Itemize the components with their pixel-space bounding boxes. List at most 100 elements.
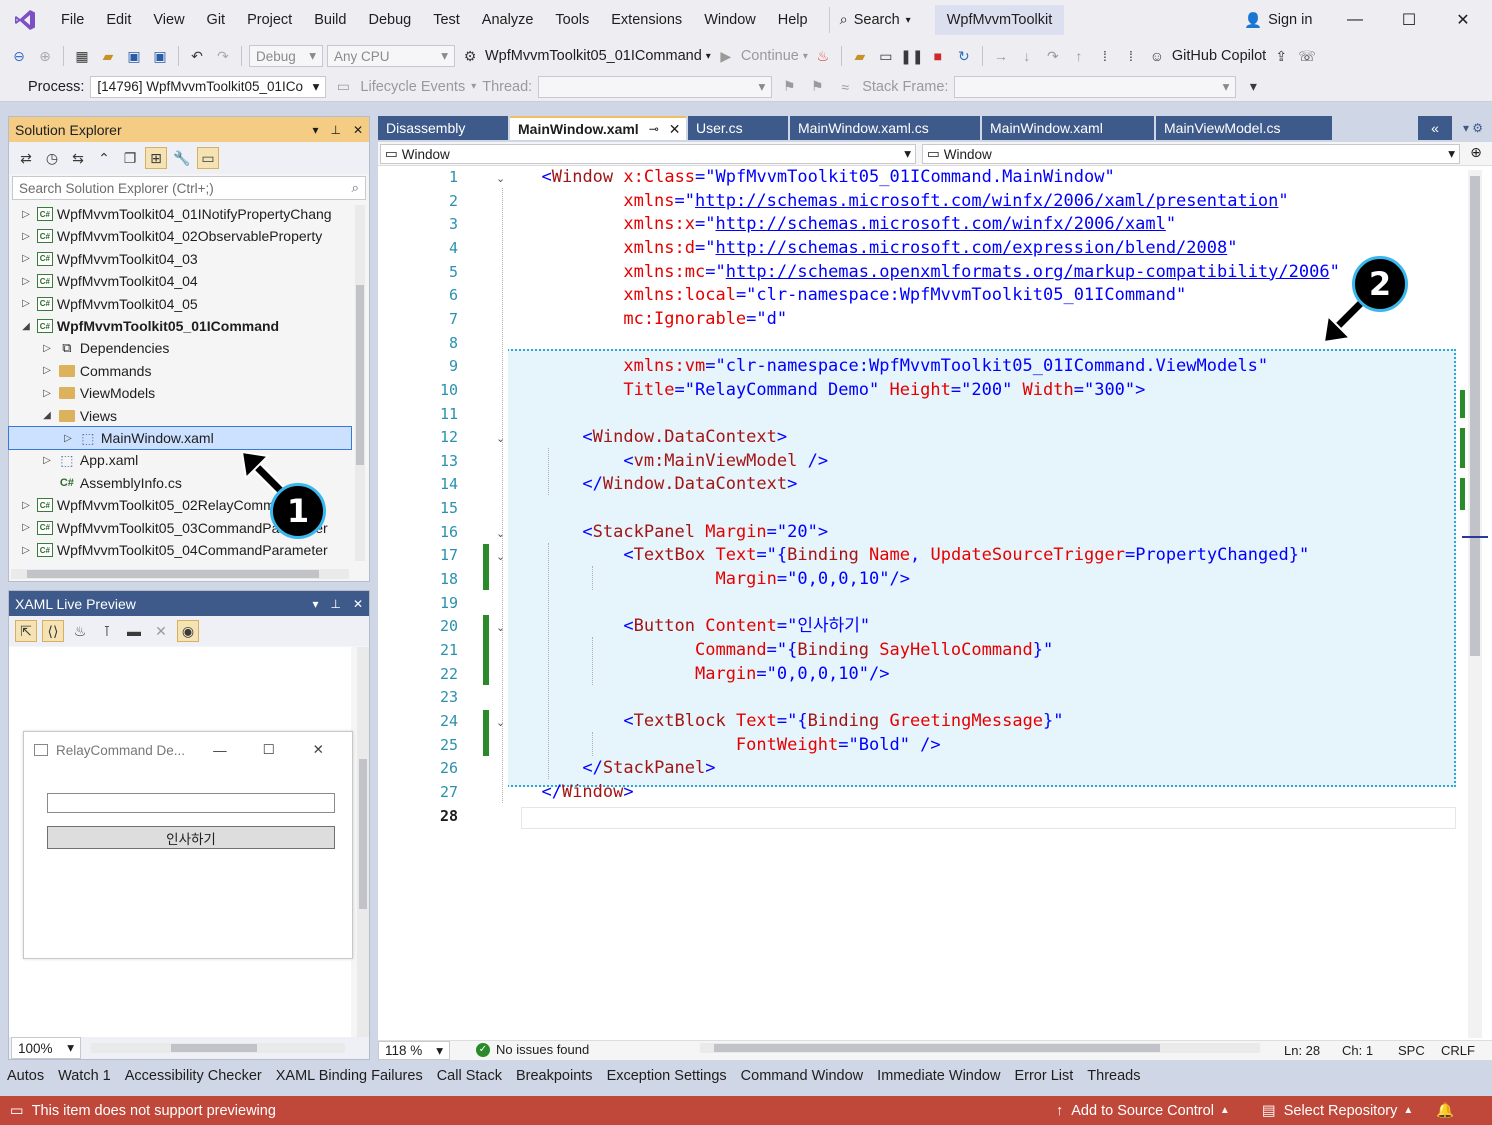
step-over-icon[interactable]: → — [990, 45, 1012, 67]
collapsed-arrow-icon[interactable]: ▷ — [19, 231, 33, 242]
tab-menu-icon[interactable]: ▾ ⚙ — [1456, 116, 1490, 140]
collapsed-arrow-icon[interactable]: ▷ — [19, 276, 33, 287]
collapsed-arrow-icon[interactable]: ▷ — [19, 253, 33, 264]
menu-item[interactable]: Test — [422, 0, 471, 40]
close-icon[interactable]: ✕ — [669, 121, 681, 138]
tree-item[interactable]: ▷ Commands — [9, 360, 351, 382]
continue-button[interactable]: Continue — [741, 48, 799, 64]
collapsed-arrow-icon[interactable]: ▷ — [61, 433, 75, 444]
collapsed-arrow-icon[interactable]: ▷ — [19, 545, 33, 556]
chevron-down-icon[interactable]: ▾ — [312, 597, 318, 611]
pin-icon[interactable]: ⊥ — [330, 597, 340, 611]
stack-icon[interactable]: ≈ — [834, 76, 856, 98]
display-layout-adorners-icon[interactable]: ⟨⟩ — [42, 620, 64, 642]
redo-icon[interactable]: ↷ — [212, 45, 234, 67]
collapsed-arrow-icon[interactable]: ▷ — [19, 298, 33, 309]
zoom-select[interactable]: 100% ▾ — [11, 1037, 81, 1059]
hot-reload-icon[interactable]: ♨ — [69, 620, 91, 642]
stack-frame-select[interactable]: ▾ — [954, 75, 1237, 98]
minimize-button[interactable]: — — [213, 743, 227, 758]
tool-window-tab[interactable]: Exception Settings — [600, 1068, 734, 1084]
document-tab[interactable]: User.cs — [688, 116, 788, 140]
pending-changes-icon[interactable]: ◷ — [41, 147, 63, 169]
ruler-icon[interactable]: ⊺ — [96, 620, 118, 642]
lifecycle-events-button[interactable]: Lifecycle Events — [360, 79, 465, 95]
tree-item[interactable]: ▷ C# WpfMvvmToolkit04_04 — [9, 270, 351, 292]
chevron-down-icon[interactable]: ▾ — [312, 123, 318, 137]
step-out-icon[interactable]: ↑ — [1068, 45, 1090, 67]
close-button[interactable]: ✕ — [1440, 0, 1486, 40]
restart-icon[interactable]: ↻ — [953, 45, 975, 67]
tree-item[interactable]: ▷ C# WpfMvvmToolkit05_04CommandParameter — [9, 539, 351, 561]
nav-member-select[interactable]: ▭ Window ▾ — [922, 144, 1460, 164]
copilot-button[interactable]: GitHub Copilot — [1172, 48, 1266, 64]
close-icon[interactable]: ✕ — [353, 597, 363, 611]
flag-all-icon[interactable]: ⚑ — [806, 76, 828, 98]
new-item-icon[interactable]: ▦ — [71, 45, 93, 67]
select-repository-button[interactable]: ▤ Select Repository ▲ — [1262, 1103, 1413, 1119]
line-indicator[interactable]: Ln: 28 — [1284, 1043, 1320, 1058]
preview-greet-button[interactable]: 인사하기 — [47, 826, 335, 849]
menu-item[interactable]: Build — [303, 0, 357, 40]
solution-explorer-search[interactable]: Search Solution Explorer (Ctrl+;) ⌕ — [12, 176, 366, 200]
step-back-icon[interactable]: ↷ — [1042, 45, 1064, 67]
tool-window-tab[interactable]: Autos — [0, 1068, 51, 1084]
menu-item[interactable]: Edit — [95, 0, 142, 40]
menu-item[interactable]: View — [142, 0, 195, 40]
line-ending-indicator[interactable]: CRLF — [1441, 1043, 1475, 1058]
column-indicator[interactable]: Ch: 1 — [1342, 1043, 1373, 1058]
minimize-button[interactable]: — — [1332, 0, 1378, 40]
tree-hscrollbar[interactable] — [11, 569, 349, 579]
fold-chevron-icon[interactable]: ⌄ — [496, 527, 505, 540]
flag-icon[interactable]: ⚑ — [778, 76, 800, 98]
breakpoints-icon[interactable]: ⁞ — [1094, 45, 1116, 67]
thread-select[interactable]: ▾ — [538, 75, 773, 98]
preview-scrollbar[interactable] — [357, 647, 369, 1037]
preview-name-textbox[interactable] — [47, 793, 335, 813]
hot-reload-icon[interactable]: ♨ — [812, 45, 834, 67]
fold-chevron-icon[interactable]: ⌄ — [496, 172, 505, 185]
fold-chevron-icon[interactable]: ⌄ — [496, 621, 505, 634]
back-icon[interactable]: ⊖ — [8, 45, 30, 67]
collapsed-arrow-icon[interactable]: ▷ — [40, 455, 54, 466]
document-tab[interactable]: MainViewModel.cs — [1156, 116, 1332, 140]
menu-item[interactable]: Help — [767, 0, 819, 40]
configuration-select[interactable]: Debug ▾ — [249, 45, 323, 67]
tree-item[interactable]: ▷ C# WpfMvvmToolkit04_05 — [9, 293, 351, 315]
collapsed-arrow-icon[interactable]: ▷ — [40, 343, 54, 354]
feedback-icon[interactable]: ☏ — [1296, 45, 1318, 67]
collapsed-arrow-icon[interactable]: ▷ — [40, 365, 54, 376]
tool-window-tab[interactable]: XAML Binding Failures — [269, 1068, 430, 1084]
tree-item[interactable]: ▷ ⬚ MainWindow.xaml — [8, 426, 352, 450]
menu-item[interactable]: Debug — [357, 0, 422, 40]
save-all-icon[interactable]: ▣ — [149, 45, 171, 67]
tool-window-tab[interactable]: Breakpoints — [509, 1068, 600, 1084]
document-tab[interactable]: MainWindow.xaml.cs — [790, 116, 980, 140]
pin-icon[interactable]: ⊸ — [649, 122, 659, 136]
menu-item[interactable]: File — [50, 0, 95, 40]
close-button[interactable]: ✕ — [313, 742, 324, 758]
tree-item[interactable]: ▷ C# WpfMvvmToolkit04_02ObservablePropert… — [9, 225, 351, 247]
tree-item[interactable]: ▷ C# WpfMvvmToolkit04_03 — [9, 248, 351, 270]
tool-window-tab[interactable]: Watch 1 — [51, 1068, 118, 1084]
editor-zoom-select[interactable]: 118 % ▾ — [378, 1041, 450, 1060]
collapsed-arrow-icon[interactable]: ▷ — [19, 500, 33, 511]
show-all-files-icon[interactable]: ⊞ — [145, 147, 167, 169]
expanded-arrow-icon[interactable]: ◢ — [40, 410, 54, 421]
maximize-button[interactable]: ☐ — [1386, 0, 1432, 40]
tree-scrollbar[interactable] — [355, 205, 365, 561]
process-select[interactable]: [14796] WpfMvvmToolkit05_01ICo ▾ — [90, 75, 327, 98]
undo-icon[interactable]: ↶ — [186, 45, 208, 67]
properties-icon[interactable]: 🔧 — [171, 147, 193, 169]
whitespace-indicator[interactable]: SPC — [1398, 1043, 1425, 1058]
search-menu[interactable]: ⌕ Search ▾ — [828, 7, 921, 33]
platform-select[interactable]: Any CPU ▾ — [327, 45, 455, 67]
preview-hscrollbar[interactable] — [91, 1043, 345, 1053]
menu-item[interactable]: Git — [196, 0, 237, 40]
document-tab[interactable]: Disassembly — [378, 116, 508, 140]
document-tab[interactable]: MainWindow.xaml ⊸ ✕ — [510, 116, 686, 140]
tool-window-tab[interactable]: Command Window — [734, 1068, 871, 1084]
copilot-icon[interactable]: ☺ — [1146, 45, 1168, 67]
fold-chevron-icon[interactable]: ⌄ — [496, 432, 505, 445]
share-icon[interactable]: ⇪ — [1270, 45, 1292, 67]
